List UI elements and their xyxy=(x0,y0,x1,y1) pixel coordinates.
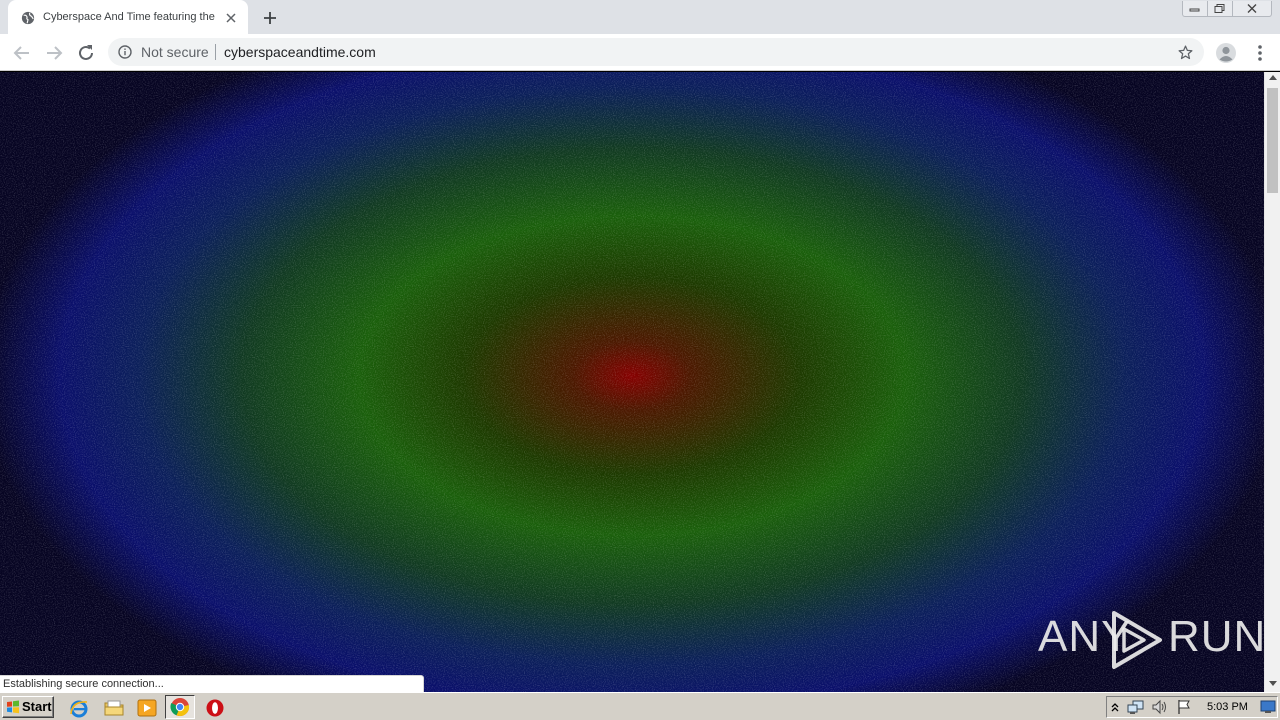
taskbar-chrome-button[interactable] xyxy=(165,695,195,719)
back-arrow-icon[interactable] xyxy=(10,41,34,65)
page-viewport[interactable]: ANY RUN xyxy=(0,72,1264,692)
scrollbar-thumb[interactable] xyxy=(1267,88,1278,193)
volume-icon[interactable] xyxy=(1151,699,1169,715)
chrome-icon xyxy=(170,698,190,717)
info-icon[interactable] xyxy=(118,45,132,59)
opera-icon[interactable] xyxy=(204,697,226,719)
url-text[interactable]: cyberspaceandtime.com xyxy=(224,45,376,60)
new-tab-button[interactable] xyxy=(261,9,279,27)
system-tray: 5:03 PM xyxy=(1106,696,1278,718)
show-hidden-icons-chevron-icon[interactable] xyxy=(1110,700,1120,714)
minimize-icon xyxy=(1189,8,1200,11)
taskbar-clock[interactable]: 5:03 PM xyxy=(1207,701,1248,714)
forward-arrow-icon[interactable] xyxy=(42,41,66,65)
play-logo-icon xyxy=(1112,611,1162,669)
restore-icon xyxy=(1214,3,1225,13)
window-restore-button[interactable] xyxy=(1207,1,1233,17)
ie-icon[interactable] xyxy=(68,697,90,719)
reload-icon[interactable] xyxy=(74,41,98,65)
kebab-menu-icon[interactable] xyxy=(1250,42,1270,64)
tab-title: Cyberspace And Time featuring the xyxy=(43,11,215,23)
show-desktop-icon[interactable] xyxy=(1260,700,1276,714)
action-center-flag-icon[interactable] xyxy=(1175,699,1193,715)
profile-avatar-icon[interactable] xyxy=(1213,40,1239,66)
scroll-down-arrow-icon[interactable] xyxy=(1269,681,1277,686)
globe-icon xyxy=(21,11,35,25)
bookmark-star-icon[interactable] xyxy=(1177,44,1194,61)
start-button[interactable]: Start xyxy=(2,696,54,718)
close-tab-icon[interactable] xyxy=(223,10,239,26)
watermark-run-text: RUN xyxy=(1168,612,1264,661)
scroll-up-arrow-icon[interactable] xyxy=(1269,75,1277,80)
anyrun-watermark: ANY RUN xyxy=(1038,607,1264,675)
windows-logo-icon xyxy=(7,700,19,714)
vertical-scrollbar[interactable] xyxy=(1264,72,1280,692)
media-player-icon[interactable] xyxy=(136,697,158,719)
browser-tab-strip: Cyberspace And Time featuring the xyxy=(0,0,1280,34)
static-noise-overlay xyxy=(0,72,1264,692)
file-explorer-icon[interactable] xyxy=(103,697,125,719)
status-bubble: Establishing secure connection... xyxy=(0,675,424,692)
security-label[interactable]: Not secure xyxy=(141,45,209,60)
windows-taskbar: Start 5:03 PM xyxy=(0,692,1280,720)
window-close-button[interactable] xyxy=(1232,1,1272,17)
address-bar[interactable]: Not secure cyberspaceandtime.com xyxy=(108,38,1204,66)
browser-toolbar: Not secure cyberspaceandtime.com xyxy=(0,34,1280,71)
start-label: Start xyxy=(22,699,52,714)
network-icon[interactable] xyxy=(1127,699,1145,715)
window-minimize-button[interactable] xyxy=(1182,1,1208,17)
omnibox-divider xyxy=(215,44,216,60)
close-icon xyxy=(1247,3,1257,13)
browser-tab[interactable]: Cyberspace And Time featuring the xyxy=(8,0,248,34)
